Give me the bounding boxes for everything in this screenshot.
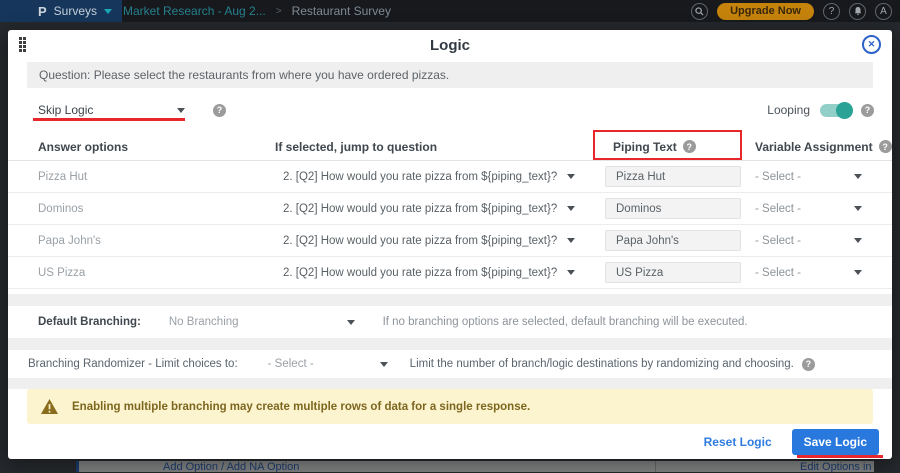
header-variable-assignment: Variable Assignment ?: [747, 140, 892, 154]
jump-question-dropdown[interactable]: 2. [Q2] How would you rate pizza from ${…: [275, 171, 605, 183]
variable-assignment-dropdown[interactable]: - Select -: [747, 171, 892, 183]
section-divider: [8, 338, 892, 350]
logic-modal: Logic ✕ Question: Please select the rest…: [8, 30, 892, 459]
table-row: US Pizza 2. [Q2] How would you rate pizz…: [8, 257, 892, 289]
default-branching-dropdown[interactable]: No Branching: [169, 316, 239, 328]
chevron-down-icon[interactable]: [347, 320, 355, 325]
jump-question-value: 2. [Q2] How would you rate pizza from ${…: [283, 235, 557, 247]
chevron-down-icon: [567, 206, 575, 211]
piping-text-input[interactable]: [605, 262, 741, 283]
modal-title: Logic: [8, 37, 892, 54]
surveys-menu[interactable]: P Surveys: [0, 0, 122, 22]
question-label: Question: Please select the restaurants …: [39, 68, 449, 82]
search-icon: [695, 7, 704, 16]
toggle-knob: [836, 102, 853, 119]
branching-randomizer-dropdown[interactable]: - Select -: [268, 358, 314, 370]
annotation-underline-skip-logic: [33, 118, 185, 121]
question-bar: Question: Please select the restaurants …: [27, 62, 873, 88]
answer-option-label: Papa John's: [38, 235, 275, 247]
chevron-down-icon: [854, 174, 862, 179]
default-branching-label: Default Branching:: [38, 316, 141, 328]
looping-label: Looping: [767, 103, 810, 117]
table-header-row: Answer options If selected, jump to ques…: [8, 133, 892, 161]
breadcrumb: Market Research - Aug 2... > Restaurant …: [123, 0, 391, 22]
search-button[interactable]: [691, 3, 708, 20]
breadcrumb-separator: >: [276, 6, 282, 17]
default-branching-row: Default Branching: No Branching If no br…: [38, 306, 874, 338]
jump-question-dropdown[interactable]: 2. [Q2] How would you rate pizza from ${…: [275, 267, 605, 279]
branching-randomizer-help-icon[interactable]: ?: [802, 358, 815, 371]
chevron-down-icon: [567, 174, 575, 179]
variable-assignment-help-icon[interactable]: ?: [879, 140, 892, 153]
answer-option-label: Pizza Hut: [38, 171, 275, 183]
branching-randomizer-row: Branching Randomizer - Limit choices to:…: [28, 350, 874, 378]
breadcrumb-current: Restaurant Survey: [292, 4, 391, 18]
chevron-down-icon: [854, 238, 862, 243]
jump-question-dropdown[interactable]: 2. [Q2] How would you rate pizza from ${…: [275, 203, 605, 215]
variable-assignment-value: - Select -: [755, 203, 801, 215]
branching-randomizer-description: Limit the number of branch/logic destina…: [410, 358, 794, 370]
piping-text-input[interactable]: [605, 230, 741, 251]
answer-option-label: Dominos: [38, 203, 275, 215]
logic-table: Answer options If selected, jump to ques…: [8, 133, 892, 289]
header-variable-assignment-label: Variable Assignment: [755, 140, 873, 154]
piping-text-input[interactable]: [605, 166, 741, 187]
piping-text-input[interactable]: [605, 198, 741, 219]
warning-triangle-icon: [40, 398, 59, 415]
save-logic-button[interactable]: Save Logic: [792, 429, 879, 455]
looping-control: Looping ?: [767, 103, 874, 117]
variable-assignment-value: - Select -: [755, 235, 801, 247]
branching-randomizer-label: Branching Randomizer - Limit choices to:: [28, 358, 238, 370]
jump-question-dropdown[interactable]: 2. [Q2] How would you rate pizza from ${…: [275, 235, 605, 247]
avatar[interactable]: A: [875, 3, 892, 20]
reset-logic-link[interactable]: Reset Logic: [704, 435, 772, 449]
variable-assignment-dropdown[interactable]: - Select -: [747, 235, 892, 247]
jump-question-value: 2. [Q2] How would you rate pizza from ${…: [283, 171, 557, 183]
bell-icon: [853, 6, 863, 16]
annotation-underline-save-logic: [797, 455, 883, 458]
annotation-box-piping-text: [593, 130, 742, 160]
help-button[interactable]: ?: [823, 3, 840, 20]
close-button[interactable]: ✕: [862, 35, 881, 54]
chevron-down-icon: [567, 270, 575, 275]
screen: P Surveys Market Research - Aug 2... > R…: [0, 0, 900, 473]
variable-assignment-value: - Select -: [755, 267, 801, 279]
modal-footer: Reset Logic Save Logic: [704, 428, 879, 456]
section-divider: [8, 294, 892, 306]
table-row: Pizza Hut 2. [Q2] How would you rate piz…: [8, 161, 892, 193]
surveys-menu-label: Surveys: [54, 4, 97, 18]
looping-toggle[interactable]: [820, 104, 851, 117]
chevron-down-icon: [567, 238, 575, 243]
notifications-button[interactable]: [849, 3, 866, 20]
table-row: Papa John's 2. [Q2] How would you rate p…: [8, 225, 892, 257]
variable-assignment-dropdown[interactable]: - Select -: [747, 267, 892, 279]
chevron-down-icon: [854, 206, 862, 211]
breadcrumb-parent-link[interactable]: Market Research - Aug 2...: [123, 4, 266, 18]
header-answer-options: Answer options: [38, 140, 275, 154]
chevron-down-icon[interactable]: [380, 362, 388, 367]
topbar-actions: Upgrade Now ? A: [691, 0, 892, 22]
answer-option-label: US Pizza: [38, 267, 275, 279]
warning-banner: Enabling multiple branching may create m…: [27, 389, 873, 424]
default-branching-description: If no branching options are selected, de…: [383, 316, 748, 328]
jump-question-value: 2. [Q2] How would you rate pizza from ${…: [283, 267, 557, 279]
warning-text: Enabling multiple branching may create m…: [72, 401, 530, 413]
logic-type-dropdown[interactable]: Skip Logic: [38, 103, 185, 117]
jump-question-value: 2. [Q2] How would you rate pizza from ${…: [283, 203, 557, 215]
topbar: P Surveys Market Research - Aug 2... > R…: [0, 0, 900, 22]
variable-assignment-dropdown[interactable]: - Select -: [747, 203, 892, 215]
upgrade-now-button[interactable]: Upgrade Now: [717, 3, 814, 20]
chevron-down-icon: [104, 9, 112, 14]
questionpro-logo-icon: P: [38, 4, 47, 19]
logic-type-value: Skip Logic: [38, 103, 93, 117]
chevron-down-icon: [177, 108, 185, 113]
looping-help-icon[interactable]: ?: [861, 104, 874, 117]
chevron-down-icon: [854, 270, 862, 275]
section-divider: [8, 378, 892, 389]
header-jump-to-question: If selected, jump to question: [275, 140, 605, 154]
logic-type-help-icon[interactable]: ?: [213, 104, 226, 117]
close-icon: ✕: [868, 39, 876, 50]
variable-assignment-value: - Select -: [755, 171, 801, 183]
table-row: Dominos 2. [Q2] How would you rate pizza…: [8, 193, 892, 225]
